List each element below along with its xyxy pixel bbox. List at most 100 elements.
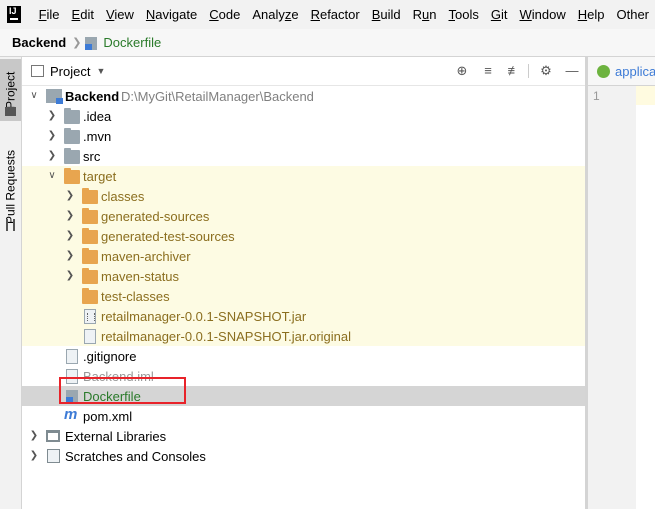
dockerfile-icon (66, 389, 80, 403)
chevron-right-icon[interactable]: ❯ (29, 431, 39, 441)
tab-project-label: Project (3, 71, 18, 109)
chevron-down-icon[interactable]: ▼ (96, 66, 105, 76)
chevron-down-icon[interactable]: ∨ (29, 91, 39, 101)
breadcrumb-root[interactable]: Backend (12, 35, 66, 50)
tree-row-idea[interactable]: ❯ .idea (22, 106, 585, 126)
tree-row-generated-sources[interactable]: ❯ generated-sources (22, 206, 585, 226)
tree-label-test-classes: test-classes (101, 288, 170, 304)
menu-refactor[interactable]: Refactor (305, 0, 366, 29)
chevron-right-icon[interactable]: ❯ (65, 211, 75, 221)
tree-label-gitignore: .gitignore (83, 348, 137, 364)
menu-view[interactable]: View (100, 0, 140, 29)
chevron-right-icon[interactable]: ❯ (47, 131, 57, 141)
tree-label-generated-test-sources: generated-test-sources (101, 228, 235, 244)
tree-row-backend[interactable]: ∨ Backend D:\MyGit\RetailManager\Backend (22, 86, 585, 106)
chevron-right-icon[interactable]: ❯ (65, 271, 75, 281)
excluded-folder-icon (82, 288, 98, 304)
tree-label-pom: pom.xml (83, 408, 133, 424)
pull-request-icon (6, 219, 15, 231)
chevron-down-icon[interactable]: ∨ (47, 171, 57, 181)
tree-row-dockerfile[interactable]: Dockerfile (22, 386, 585, 406)
folder-icon (64, 128, 80, 144)
tree-row-external-libraries[interactable]: ❯ External Libraries (22, 426, 585, 446)
breadcrumb-file[interactable]: Dockerfile (103, 35, 161, 50)
menu-analyze[interactable]: Analyze (246, 0, 304, 29)
project-tool-window: Project ▼ ⊕ ≡ ≢ ⚙ — ∨ Backend D:\MyGit\R… (22, 57, 585, 509)
collapse-all-icon[interactable]: ≢ (506, 63, 522, 79)
editor-tab[interactable]: applica (588, 57, 655, 86)
menu-navigate[interactable]: Navigate (140, 0, 203, 29)
tree-label-maven-archiver: maven-archiver (101, 248, 191, 264)
tree-label-external-libraries: External Libraries (65, 428, 167, 444)
tree-row-classes[interactable]: ❯ classes (22, 186, 585, 206)
menu-tools[interactable]: Tools (443, 0, 485, 29)
left-tool-strip: Project Pull Requests (0, 57, 22, 509)
project-view-selector[interactable]: Project (50, 64, 90, 79)
chevron-right-icon[interactable]: ❯ (47, 111, 57, 121)
menu-build[interactable]: Build (366, 0, 407, 29)
tree-row-mvn[interactable]: ❯ .mvn (22, 126, 585, 146)
hide-icon[interactable]: — (564, 63, 580, 79)
project-view-icon (31, 65, 44, 77)
tree-label-jar: retailmanager-0.0.1-SNAPSHOT.jar (101, 308, 307, 324)
app-logo-text: IJ (9, 6, 17, 16)
tree-row-maven-archiver[interactable]: ❯ maven-archiver (22, 246, 585, 266)
tree-row-maven-status[interactable]: ❯ maven-status (22, 266, 585, 286)
scratches-icon (47, 449, 60, 463)
tree-row-generated-test-sources[interactable]: ❯ generated-test-sources (22, 226, 585, 246)
excluded-folder-icon (64, 168, 80, 184)
gear-icon[interactable]: ⚙ (538, 63, 554, 79)
tree-label-scratches: Scratches and Consoles (65, 448, 206, 464)
breadcrumb-chevron-icon: ❯ (72, 37, 82, 49)
menu-edit[interactable]: Edit (66, 0, 100, 29)
excluded-folder-icon (82, 208, 98, 224)
tree-row-test-classes[interactable]: test-classes (22, 286, 585, 306)
excluded-folder-icon (82, 228, 98, 244)
tree-label-dockerfile: Dockerfile (83, 388, 141, 404)
tree-row-backend-iml[interactable]: Backend.iml (22, 366, 585, 386)
tree-row-src[interactable]: ❯ src (22, 146, 585, 166)
project-panel-header: Project ▼ ⊕ ≡ ≢ ⚙ — (22, 57, 585, 86)
folder-icon (64, 108, 80, 124)
menu-window[interactable]: Window (513, 0, 571, 29)
unknown-file-icon (84, 329, 96, 344)
chevron-right-icon[interactable]: ❯ (47, 151, 57, 161)
menu-bar: IJ File Edit View Navigate Code Analyze Refact… (0, 0, 655, 29)
tree-row-scratches[interactable]: ❯ Scratches and Consoles (22, 446, 585, 466)
menu-file[interactable]: File (33, 0, 66, 29)
maven-icon: m (64, 406, 78, 423)
menu-other[interactable]: Other (610, 0, 655, 29)
tree-row-pom[interactable]: m pom.xml (22, 406, 585, 426)
chevron-right-icon[interactable]: ❯ (65, 231, 75, 241)
excluded-folder-icon (82, 268, 98, 284)
library-icon (46, 430, 60, 442)
navigation-bar: Backend ❯ Dockerfile (0, 29, 655, 57)
menu-help[interactable]: Help (572, 0, 611, 29)
dockerfile-icon (85, 36, 99, 50)
menu-git[interactable]: Git (485, 0, 514, 29)
tree-label-target: target (83, 168, 117, 184)
menu-run[interactable]: Run (407, 0, 443, 29)
tree-label-jar-original: retailmanager-0.0.1-SNAPSHOT.jar.origina… (101, 328, 351, 344)
locate-icon[interactable]: ⊕ (454, 63, 470, 79)
tree-row-jar-original[interactable]: retailmanager-0.0.1-SNAPSHOT.jar.origina… (22, 326, 585, 346)
tree-row-jar[interactable]: retailmanager-0.0.1-SNAPSHOT.jar (22, 306, 585, 326)
current-line-highlight[interactable] (636, 86, 655, 105)
tree-label-mvn: .mvn (83, 128, 112, 144)
expand-all-icon[interactable]: ≡ (480, 63, 496, 79)
jar-file-icon (84, 309, 96, 324)
tree-label-maven-status: maven-status (101, 268, 180, 284)
header-divider (528, 64, 529, 78)
chevron-right-icon[interactable]: ❯ (29, 451, 39, 461)
tree-label-backend-iml: Backend.iml (83, 368, 154, 384)
spring-leaf-icon (597, 64, 610, 78)
tree-label-backend: Backend (65, 88, 120, 104)
tree-row-target[interactable]: ∨ target (22, 166, 585, 186)
intellij-logo-icon[interactable]: IJ (7, 6, 21, 23)
chevron-right-icon[interactable]: ❯ (65, 191, 75, 201)
editor-area: applica 1 (588, 57, 655, 509)
tree-row-gitignore[interactable]: .gitignore (22, 346, 585, 366)
chevron-right-icon[interactable]: ❯ (65, 251, 75, 261)
menu-code[interactable]: Code (203, 0, 246, 29)
tree-label-generated-sources: generated-sources (101, 208, 210, 224)
